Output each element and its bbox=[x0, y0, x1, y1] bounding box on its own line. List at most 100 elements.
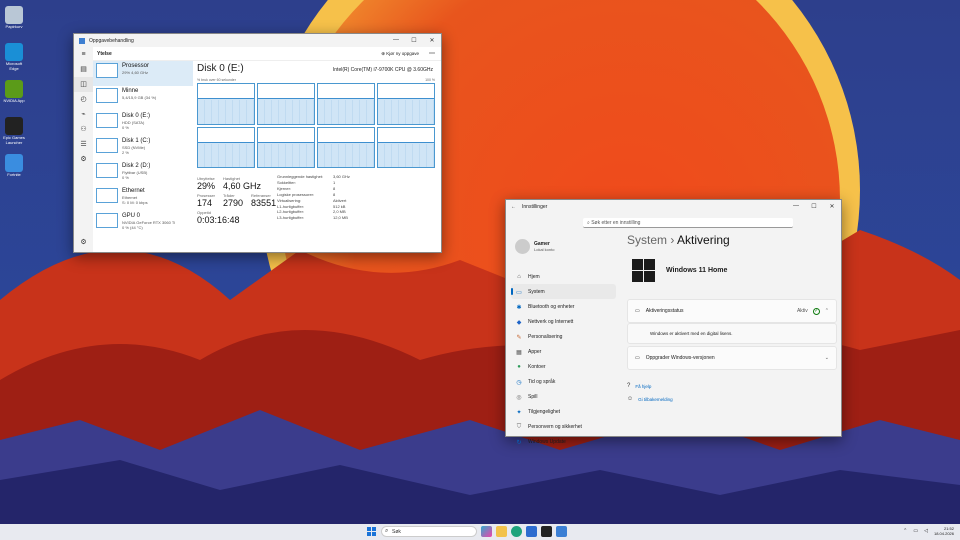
feedback-icon: ☺ bbox=[627, 396, 634, 402]
desktop-icon-label: Fortnite bbox=[7, 172, 21, 177]
settings-icon[interactable]: ⚙ bbox=[74, 235, 93, 250]
close-button[interactable]: ✕ bbox=[823, 203, 841, 210]
nav-item[interactable]: ✎ Personalisering bbox=[511, 329, 616, 344]
performance-item[interactable]: Disk 1 (C:) SSD (NVMe) 2 % bbox=[93, 136, 193, 161]
startup-icon[interactable]: ⌁ bbox=[74, 107, 93, 122]
settings-window[interactable]: ← Innstillinger — ☐ ✕ ⌕ Søk etter en inn… bbox=[505, 199, 842, 446]
settings-nav: ⌂ Hjem ▭ System ✱ Bluetooth og enheter ◆ Nettve… bbox=[511, 269, 616, 449]
nav-item[interactable]: ⛉ Personvern og sikkerhet bbox=[511, 419, 616, 434]
windows-edition: Windows 11 Home bbox=[666, 267, 728, 274]
network-icon[interactable]: ▭ bbox=[913, 528, 918, 534]
nav-item[interactable]: ◷ Tid og språk bbox=[511, 374, 616, 389]
activation-label: Aktiveringsstatus bbox=[645, 308, 684, 314]
more-options-icon[interactable]: ⋯ bbox=[429, 50, 435, 57]
performance-item-sub: 29% 4,60 GHz bbox=[122, 70, 149, 75]
task-manager-window[interactable]: Oppgavebehandling — ☐ ✕ ≡ ▤ ◫ ◴ ⌁ ⚇ ☰ ⚙ … bbox=[73, 33, 442, 253]
upgrade-windows-card[interactable]: ▭ Oppgrader Windows-versjonen ⌄ bbox=[627, 346, 837, 370]
app-history-icon[interactable]: ◴ bbox=[74, 92, 93, 107]
performance-item-text: Ethernet Ethernet S: 0 M: 0 kbps bbox=[122, 188, 148, 209]
sparkline bbox=[96, 188, 118, 203]
settings-search-input[interactable]: ⌕ Søk etter en innstilling bbox=[583, 218, 793, 228]
accessibility-icon: ✦ bbox=[516, 409, 522, 416]
breadcrumb-parent[interactable]: System bbox=[627, 233, 667, 247]
nav-item[interactable]: ↻ Windows Update bbox=[511, 434, 616, 449]
nav-item[interactable]: ◎ Spill bbox=[511, 389, 616, 404]
page-header: Ytelse ⊕ Kjør ny oppgave ⋯ bbox=[93, 47, 441, 61]
start-icon[interactable] bbox=[366, 526, 377, 537]
utilization-value: 29% bbox=[197, 181, 216, 191]
nav-item[interactable]: ▭ System bbox=[511, 284, 616, 299]
settings-content: ⌕ Søk etter en innstilling Gamer Lokal ko… bbox=[506, 213, 841, 446]
user-profile[interactable]: Gamer Lokal konto bbox=[515, 239, 554, 254]
app-icon bbox=[79, 37, 85, 44]
minimize-button[interactable]: — bbox=[787, 203, 805, 210]
sparkline bbox=[96, 163, 118, 178]
accounts-icon: ● bbox=[517, 363, 521, 370]
task-manager-titlebar[interactable]: Oppgavebehandling — ☐ ✕ bbox=[74, 34, 441, 47]
copilot-icon[interactable] bbox=[481, 526, 492, 537]
performance-item-name: GPU 0 bbox=[122, 213, 141, 219]
feedback-link[interactable]: ☺ Gi tilbakemelding bbox=[627, 396, 673, 402]
file-explorer-icon[interactable] bbox=[496, 526, 507, 537]
nvidia-icon bbox=[5, 80, 23, 98]
edge-icon[interactable] bbox=[511, 526, 522, 537]
taskbar-search[interactable]: Søk bbox=[381, 526, 477, 537]
core-usage-graph bbox=[317, 126, 375, 168]
system-tray: ⌃ ▭ ◁ 21:52 18.04.2026 bbox=[903, 526, 954, 536]
nav-item[interactable]: ● Kontoer bbox=[511, 359, 616, 374]
home-icon: ⌂ bbox=[517, 273, 521, 280]
core-usage-graph bbox=[377, 126, 435, 168]
feedback-label: Gi tilbakemelding bbox=[638, 396, 673, 402]
chevron-up-icon[interactable]: ⌃ bbox=[825, 308, 829, 314]
nav-item[interactable]: ✱ Bluetooth og enheter bbox=[511, 299, 616, 314]
close-button[interactable]: ✕ bbox=[423, 37, 441, 44]
chevron-down-icon[interactable]: ⌄ bbox=[825, 355, 829, 361]
minimize-button[interactable]: — bbox=[387, 37, 405, 44]
store-icon[interactable] bbox=[526, 526, 537, 537]
performance-icon[interactable]: ◫ bbox=[74, 77, 93, 92]
taskbar-search-label: Søk bbox=[392, 529, 401, 535]
page-title: Ytelse bbox=[97, 50, 112, 57]
nav-item[interactable]: ◆ Nettverk og Internett bbox=[511, 314, 616, 329]
epic-icon[interactable] bbox=[541, 526, 552, 537]
task-manager-icon[interactable] bbox=[556, 526, 567, 537]
maximize-button[interactable]: ☐ bbox=[405, 37, 423, 44]
performance-item[interactable]: Disk 0 (E:) HDD (SATA) 0 % bbox=[93, 111, 193, 136]
desktop-icon[interactable]: Microsoft Edge bbox=[3, 43, 25, 71]
performance-item-sub2: 0 % bbox=[122, 175, 129, 180]
performance-item[interactable]: Minne 5,4/15,9 GB (34 %) bbox=[93, 86, 193, 111]
details-icon[interactable]: ☰ bbox=[74, 137, 93, 152]
activation-message: Windows er aktivert med en digital lisen… bbox=[627, 323, 837, 344]
hamburger-icon[interactable]: ≡ bbox=[74, 47, 93, 62]
performance-item[interactable]: Ethernet Ethernet S: 0 M: 0 kbps bbox=[93, 186, 193, 211]
performance-item-name: Minne bbox=[122, 88, 139, 94]
clock[interactable]: 21:52 18.04.2026 bbox=[934, 526, 954, 536]
desktop-icon-label: Microsoft Edge bbox=[5, 61, 23, 71]
volume-icon[interactable]: ◁ bbox=[924, 528, 928, 534]
nav-item[interactable]: ⌂ Hjem bbox=[511, 269, 616, 284]
property-name: L3-hurtigbuffer: bbox=[277, 215, 305, 221]
core-usage-graph bbox=[257, 126, 315, 168]
activation-status-card[interactable]: ▭ Aktiveringsstatus Aktiv ✓ ⌃ bbox=[627, 299, 837, 323]
chevron-up-icon[interactable]: ⌃ bbox=[903, 528, 907, 534]
back-arrow-icon[interactable]: ← bbox=[511, 204, 516, 210]
services-icon[interactable]: ⚙ bbox=[74, 152, 93, 167]
desktop-icon[interactable]: Papirkurv bbox=[3, 6, 25, 30]
users-icon[interactable]: ⚇ bbox=[74, 122, 93, 137]
desktop-icon[interactable]: Fortnite bbox=[3, 154, 25, 178]
nav-item-label: Kontoer bbox=[528, 363, 546, 370]
navigation-rail: ≡ ▤ ◫ ◴ ⌁ ⚇ ☰ ⚙ ⚙ bbox=[74, 47, 93, 252]
nav-item[interactable]: ▦ Apper bbox=[511, 344, 616, 359]
performance-item[interactable]: GPU 0 NVIDIA GeForce RTX 3060 Ti 0 % (44 °… bbox=[93, 211, 193, 236]
processes-value: 174 bbox=[197, 198, 213, 208]
desktop-icon[interactable]: NVIDIA App bbox=[3, 80, 25, 104]
nav-item[interactable]: ✦ Tilgjengelighet bbox=[511, 404, 616, 419]
performance-item[interactable]: Disk 2 (D:) Flyttbar (USB) 0 % bbox=[93, 161, 193, 186]
maximize-button[interactable]: ☐ bbox=[805, 203, 823, 210]
nav-item-label: System bbox=[528, 288, 545, 295]
desktop-icon[interactable]: Epic Games Launcher bbox=[3, 117, 25, 145]
processes-icon[interactable]: ▤ bbox=[74, 62, 93, 77]
get-help-link[interactable]: ? Få hjelp bbox=[627, 383, 651, 389]
performance-item[interactable]: Prosessor 29% 4,60 GHz bbox=[93, 61, 193, 86]
settings-titlebar[interactable]: ← Innstillinger — ☐ ✕ bbox=[506, 200, 841, 213]
